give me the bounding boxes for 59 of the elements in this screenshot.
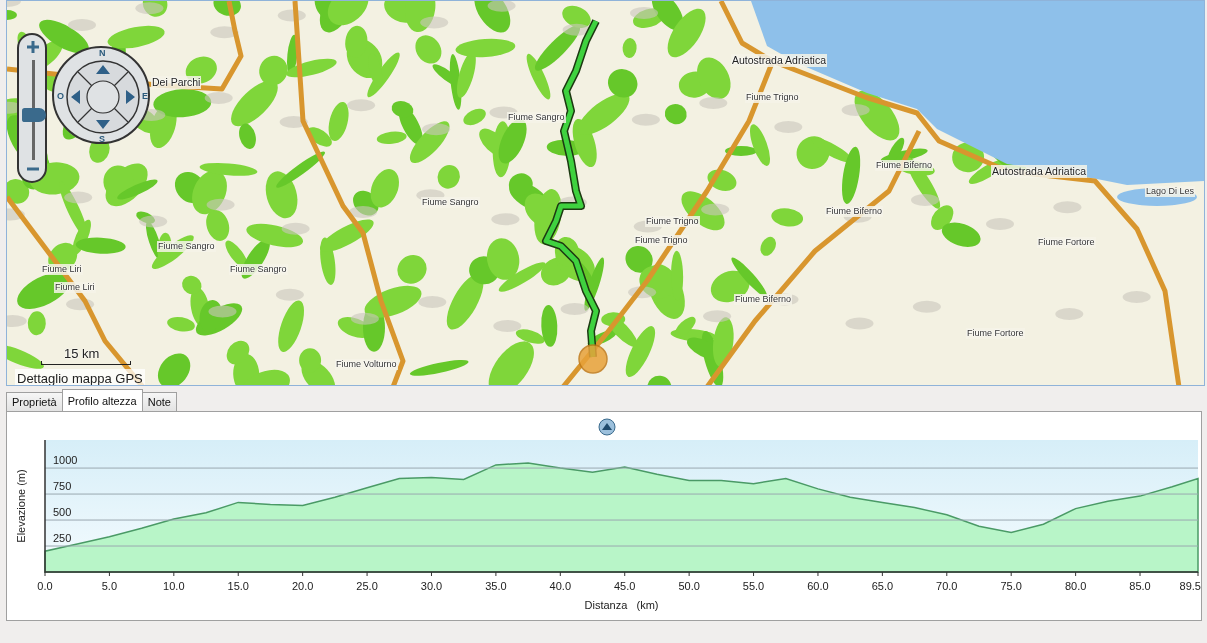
map-label: Fiume Fortore xyxy=(1037,237,1096,248)
x-tick-label: 60.0 xyxy=(807,580,829,592)
y-tick-label: 750 xyxy=(53,480,72,493)
map-label: Fiume Trigno xyxy=(745,92,800,103)
x-tick-label: 15.0 xyxy=(227,580,249,592)
tab[interactable]: Proprietà xyxy=(6,392,63,411)
slider-thumb[interactable] xyxy=(22,108,46,122)
track-end-marker xyxy=(578,344,608,374)
collapse-button[interactable] xyxy=(598,418,616,436)
y-tick-label: 1000 xyxy=(53,454,78,467)
map-label: Fiume Biferno xyxy=(734,294,793,305)
compass-letter: E xyxy=(142,92,148,101)
map-label: Fiume Trigno xyxy=(645,216,700,227)
map-label: Fiume Sangro xyxy=(421,197,480,208)
tab[interactable]: Profilo altezza xyxy=(61,389,143,411)
map-label: Autostrada Adriatica xyxy=(991,165,1087,178)
map-label: Fiume Liri xyxy=(41,264,83,275)
zoom-slider[interactable] xyxy=(17,33,47,183)
zoom-in-icon[interactable] xyxy=(25,39,41,55)
map-label: Fiume Sangro xyxy=(507,112,566,123)
x-tick-label: 75.0 xyxy=(1000,580,1022,592)
x-tick-label: 89.5 xyxy=(1179,580,1201,592)
x-tick-label: 25.0 xyxy=(356,580,378,592)
map-caption: Dettaglio mappa GPS xyxy=(15,369,145,385)
map-label: Fiume Volturno xyxy=(335,359,398,370)
map-label: Fiume Biferno xyxy=(875,160,934,171)
compass-letter: N xyxy=(99,49,106,58)
map-label: Lago Di Les xyxy=(1145,186,1196,197)
y-tick-label: 250 xyxy=(53,532,72,544)
x-tick-label: 30.0 xyxy=(420,580,443,592)
map-label: Fiume Sangro xyxy=(157,241,216,252)
compass-letter: S xyxy=(99,135,105,144)
y-axis-title: Elevazione (m) xyxy=(15,469,27,543)
x-tick-label: 65.0 xyxy=(871,580,894,592)
map-label: Fiume Liri xyxy=(54,282,96,293)
x-tick-label: 50.0 xyxy=(678,580,700,592)
map-label: Fiume Fortore xyxy=(966,328,1025,339)
map-label: Fiume Sangro xyxy=(229,264,288,275)
scale-label: 15 km xyxy=(64,345,100,363)
map-label: Fiume Trigno xyxy=(634,235,689,246)
map-label: Fiume Biferno xyxy=(825,206,884,217)
map-label: Dei Parchi xyxy=(151,76,202,89)
x-tick-label: 0.0 xyxy=(37,580,53,592)
pan-arrows-icon[interactable] xyxy=(66,60,140,134)
x-tick-label: 55.0 xyxy=(742,580,765,592)
x-tick-label: 45.0 xyxy=(614,580,636,592)
x-tick-label: 70.0 xyxy=(936,580,958,592)
x-tick-label: 10.0 xyxy=(163,580,185,592)
x-tick-label: 40.0 xyxy=(549,580,571,592)
x-axis-title: Distanza (km) xyxy=(584,599,659,611)
x-tick-label: 20.0 xyxy=(291,580,314,592)
compass-letter: O xyxy=(57,92,64,101)
map-label: Autostrada Adriatica xyxy=(731,54,827,67)
x-tick-label: 85.0 xyxy=(1129,580,1151,592)
y-tick-label: 500 xyxy=(53,506,72,519)
x-tick-label: 35.0 xyxy=(485,580,507,592)
x-tick-label: 80.0 xyxy=(1064,580,1087,592)
x-tick-label: 5.0 xyxy=(101,580,118,592)
tab[interactable]: Note xyxy=(141,392,177,411)
